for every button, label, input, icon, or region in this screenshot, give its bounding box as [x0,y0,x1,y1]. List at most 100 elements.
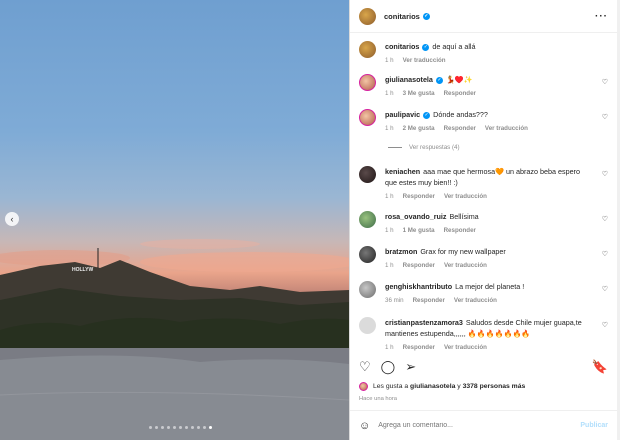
avatar[interactable] [359,317,376,334]
avatar[interactable] [359,281,376,298]
reply-button[interactable]: Responder [403,262,435,269]
reply-button[interactable]: Responder [403,344,435,351]
verified-badge-icon: ✓ [423,111,431,119]
avatar[interactable] [359,74,376,91]
post-header: conitarios ✓ ··· [350,0,617,33]
reply-button[interactable]: Responder [444,90,476,97]
like-comment-heart-icon[interactable]: ♡ [602,113,608,121]
view-replies-label[interactable]: Ver respuestas (4) [409,144,460,151]
avatar[interactable] [359,211,376,228]
see-translation-link[interactable]: Ver traducción [403,57,446,64]
comment-time: 1 h [385,227,394,234]
comment-likes[interactable]: 1 Me gusta [403,227,435,234]
view-replies-button[interactable]: Ver respuestas (4) [388,144,460,151]
carousel-dot [167,426,170,429]
liked-by-prefix: Les gusta a [373,383,409,390]
see-translation-link[interactable]: Ver traducción [444,262,487,269]
comment-likes[interactable]: 2 Me gusta [403,125,435,132]
comment-time: 36 min [385,297,404,304]
post-actions: ♡ ◯ ➢ 🔖 [359,355,608,379]
comment-text: Bellísima [449,212,479,221]
reply-button[interactable]: Responder [403,193,435,200]
post-sidebar: conitarios ✓ ··· conitarios ✓ de aquí a all… [349,0,617,440]
comment-username[interactable]: genghiskhantributo [385,282,452,291]
reply-button[interactable]: Responder [413,297,445,304]
carousel-dot [191,426,194,429]
comment-item: paulipavic ✓ Dónde andas??? 1 h 2 Me gusta R… [359,109,608,132]
comment-username[interactable]: conitarios [385,42,419,51]
previous-image-button[interactable]: ‹ [5,212,19,226]
see-translation-link[interactable]: Ver traducción [444,344,487,351]
like-comment-heart-icon[interactable]: ♡ [602,321,608,329]
like-comment-heart-icon[interactable]: ♡ [602,285,608,293]
carousel-dot [155,426,158,429]
carousel-dot [179,426,182,429]
share-send-icon[interactable]: ➢ [405,359,416,375]
comment-item: rosa_ovando_ruiz Bellísima 1 h 1 Me gusta R… [359,211,608,234]
caption: conitarios ✓ de aquí a allá 1 h Ver traducc… [359,41,608,64]
comment-time: 1 h [385,90,394,97]
carousel-dot [209,426,212,429]
comment-item: bratzmon Grax for my new wallpaper 1 h Res… [359,246,608,269]
comment-time: 1 h [385,262,394,269]
comment-item: genghiskhantributo La mejor del planeta !… [359,281,608,304]
landscape-photo: HOLLYW [0,239,349,440]
author-username[interactable]: conitarios ✓ [384,12,430,21]
more-horizontal-icon[interactable]: ··· [595,11,608,22]
comment-username[interactable]: rosa_ovando_ruiz [385,212,447,221]
comment-text: Grax for my new wallpaper [420,247,506,256]
comment-item: cristianpastenzamora3 Saludos desde Chile… [359,317,608,351]
see-translation-link[interactable]: Ver traducción [444,193,487,200]
emoji-icon[interactable]: ☺ [359,420,370,432]
like-comment-heart-icon[interactable]: ♡ [602,215,608,223]
comment-time: 1 h [385,125,394,132]
comments-list: conitarios ✓ de aquí a allá 1 h Ver traducc… [350,33,617,353]
verified-badge-icon: ✓ [422,43,430,51]
see-translation-link[interactable]: Ver traducción [485,125,528,132]
comment-text: de aquí a allá [432,42,476,51]
comment-input[interactable] [378,422,581,429]
replies-divider [388,147,402,148]
see-translation-link[interactable]: Ver traducción [454,297,497,304]
comment-item: keniachen aaa mae que hermosa🧡 un abrazo … [359,166,608,200]
comment-username[interactable]: cristianpastenzamora3 [385,318,463,327]
post-timestamp[interactable]: Hace una hora [359,396,397,402]
comment-time: 1 h [385,57,394,64]
comment-username[interactable]: keniachen [385,167,420,176]
comment-likes[interactable]: 3 Me gusta [403,90,435,97]
post-comment-button[interactable]: Publicar [580,422,608,429]
avatar[interactable] [359,7,376,25]
like-comment-heart-icon[interactable]: ♡ [602,250,608,258]
avatar[interactable] [359,109,376,126]
carousel-dot [185,426,188,429]
comment-username[interactable]: paulipavic [385,110,420,119]
comment-username[interactable]: giulianasotela [385,75,433,84]
like-heart-icon[interactable]: ♡ [359,359,371,375]
comment-bubble-icon[interactable]: ◯ [381,359,396,375]
carousel-dot [197,426,200,429]
author-username-text[interactable]: conitarios [384,12,420,21]
carousel-dot [203,426,206,429]
verified-badge-icon: ✓ [422,13,430,21]
carousel-dot [149,426,152,429]
post-image[interactable]: HOLLYW ‹ [0,0,349,440]
like-comment-heart-icon[interactable]: ♡ [602,78,608,86]
liked-by: Les gusta a giulianasotela y 3378 person… [359,382,608,391]
liked-by-user[interactable]: giulianasotela [410,383,455,390]
liked-by-conjunction: y [457,383,461,390]
add-comment-bar: ☺ Publicar [350,410,617,440]
comment-time: 1 h [385,344,394,351]
avatar[interactable] [359,246,376,263]
avatar[interactable] [359,382,368,391]
avatar[interactable] [359,41,376,58]
reply-button[interactable]: Responder [444,125,476,132]
carousel-indicator [149,426,212,429]
reply-button[interactable]: Responder [444,227,476,234]
comment-text: La mejor del planeta ! [455,282,525,291]
like-comment-heart-icon[interactable]: ♡ [602,170,608,178]
chevron-left-icon: ‹ [10,214,14,224]
bookmark-icon[interactable]: 🔖 [592,359,608,375]
liked-by-count[interactable]: 3378 personas más [463,383,526,390]
comment-username[interactable]: bratzmon [385,247,417,256]
avatar[interactable] [359,166,376,183]
